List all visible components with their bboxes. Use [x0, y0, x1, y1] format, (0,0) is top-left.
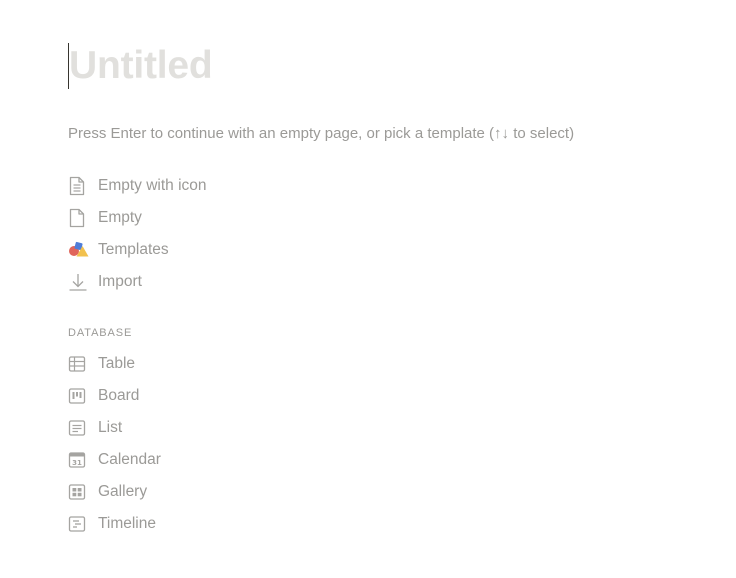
option-empty[interactable]: Empty — [68, 202, 368, 234]
board-icon — [68, 385, 90, 407]
page-title-field[interactable]: Untitled — [68, 42, 213, 90]
database-option-board[interactable]: Board — [68, 380, 368, 412]
option-label: List — [98, 419, 123, 436]
document-lines-icon — [68, 175, 90, 197]
option-label: Empty — [98, 209, 142, 226]
option-label: Import — [98, 273, 142, 290]
option-templates[interactable]: Templates — [68, 234, 368, 266]
template-hint-text: Press Enter to continue with an empty pa… — [68, 125, 575, 142]
database-section-header: DATABASE — [68, 327, 133, 339]
option-label: Board — [98, 387, 140, 404]
option-label: Calendar — [98, 451, 161, 468]
list-icon — [68, 417, 90, 439]
page-title-placeholder[interactable]: Untitled — [69, 42, 213, 90]
new-page-editor: Untitled Press Enter to continue with an… — [0, 0, 736, 578]
option-label: Table — [98, 355, 136, 372]
svg-text:31: 31 — [72, 459, 82, 467]
option-label: Gallery — [98, 483, 148, 500]
calendar-icon: 31 — [68, 449, 90, 471]
database-option-gallery[interactable]: Gallery — [68, 476, 368, 508]
option-label: Timeline — [98, 515, 156, 532]
page-options-list: Empty with icon Empty Templates Import — [68, 170, 368, 298]
database-option-table[interactable]: Table — [68, 348, 368, 380]
table-icon — [68, 353, 90, 375]
option-empty-with-icon[interactable]: Empty with icon — [68, 170, 368, 202]
blank-document-icon — [68, 207, 90, 229]
option-label: Templates — [98, 241, 169, 258]
option-label: Empty with icon — [98, 177, 207, 194]
templates-shapes-icon — [68, 239, 90, 261]
download-arrow-icon — [68, 271, 90, 293]
database-options-list: Table Board List 31 Calendar Gallery Tim… — [68, 348, 368, 540]
timeline-icon — [68, 513, 90, 535]
gallery-icon — [68, 481, 90, 503]
database-option-timeline[interactable]: Timeline — [68, 508, 368, 540]
database-option-calendar[interactable]: 31 Calendar — [68, 444, 368, 476]
database-option-list[interactable]: List — [68, 412, 368, 444]
option-import[interactable]: Import — [68, 266, 368, 298]
